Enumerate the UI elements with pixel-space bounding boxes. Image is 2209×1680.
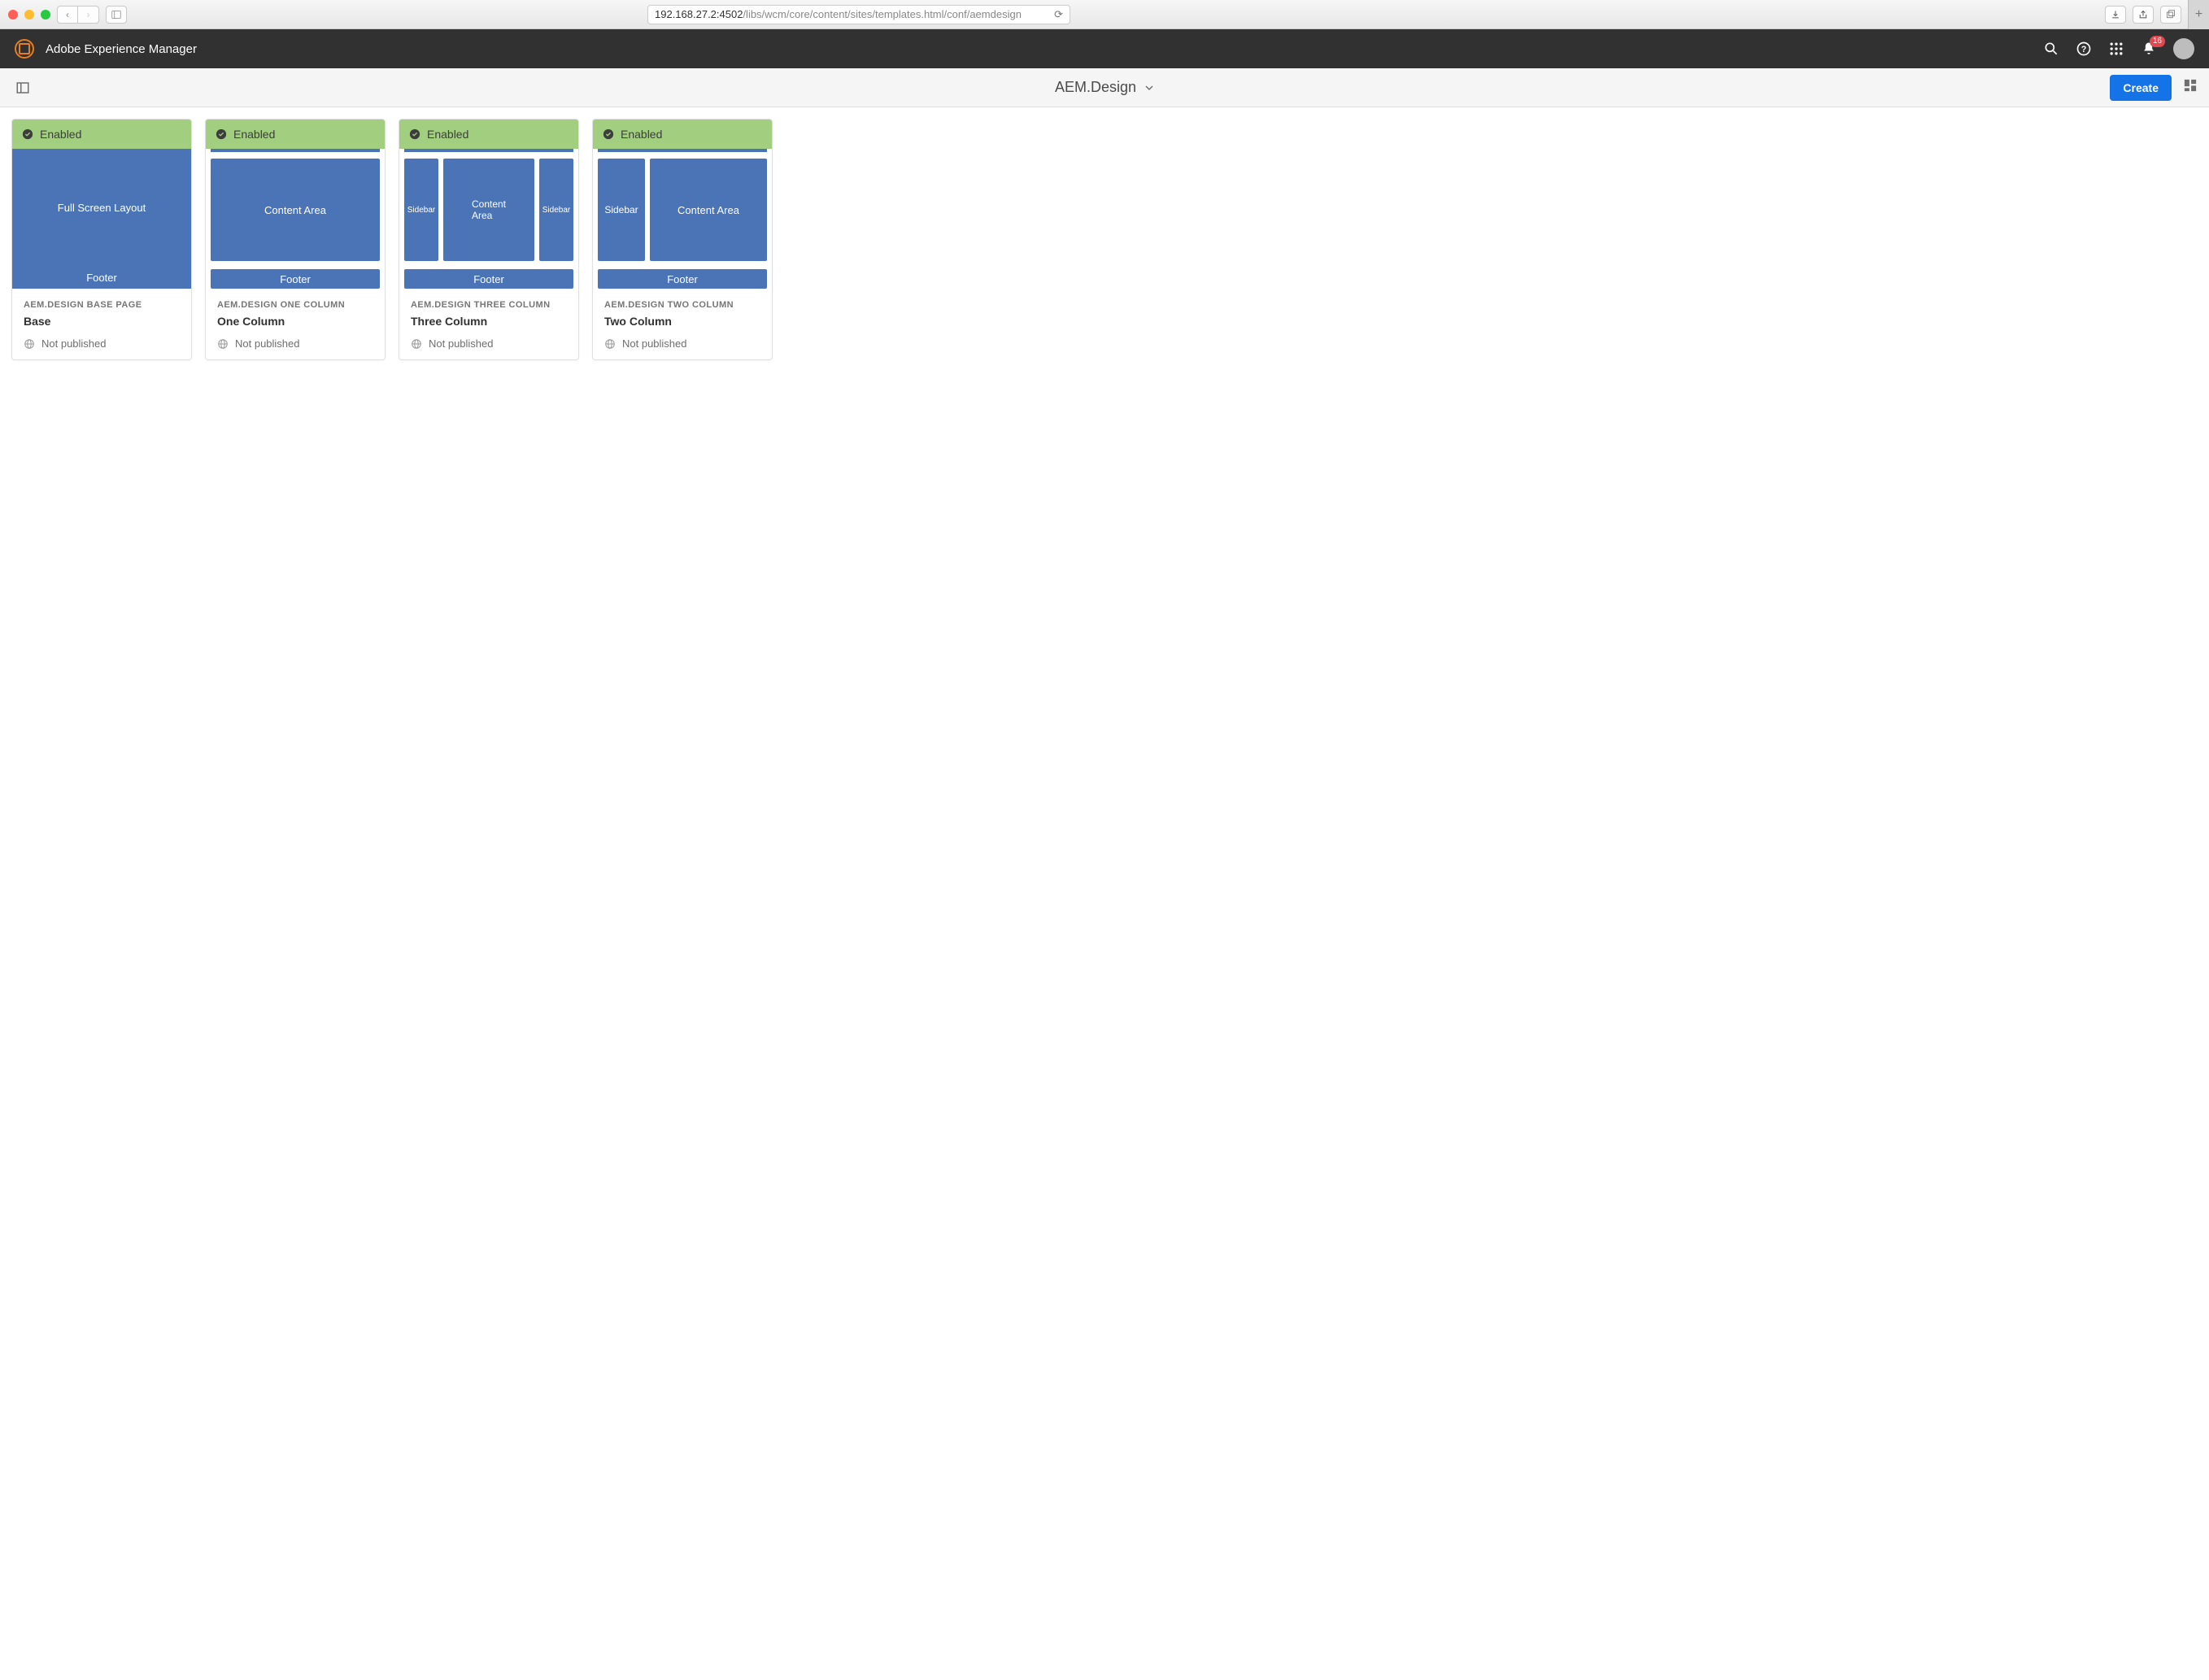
status-badge: Enabled [206,120,385,149]
card-meta: AEM.DESIGN TWO COLUMN Two Column Not pub… [593,289,772,359]
traffic-lights [8,10,50,20]
user-avatar[interactable] [2173,38,2194,59]
close-window-icon[interactable] [8,10,18,20]
thumb-sidebar-label: Sidebar [404,159,438,261]
thumb-sidebar-label: Sidebar [598,159,645,261]
search-icon[interactable] [2043,41,2059,57]
template-card[interactable]: Enabled Full Screen Layout Footer AEM.DE… [11,119,192,360]
chevron-down-icon [1144,83,1154,93]
thumb-footer-label: Footer [598,269,767,289]
globe-icon [24,338,35,350]
globe-icon [604,338,616,350]
minimize-window-icon[interactable] [24,10,34,20]
tabs-button[interactable] [2160,6,2181,24]
publish-status: Not published [604,337,760,350]
maximize-window-icon[interactable] [41,10,50,20]
breadcrumb-label: AEM.Design [1055,79,1136,96]
card-meta: AEM.DESIGN BASE PAGE Base Not published [12,289,191,359]
status-label: Enabled [233,128,275,141]
template-thumbnail: Sidebar Content Area Footer [593,149,772,289]
template-type: AEM.DESIGN TWO COLUMN [604,300,760,310]
thumb-fullscreen-label: Full Screen Layout [12,149,191,266]
url-host: 192.168.27.2:4502 [655,8,743,20]
template-card[interactable]: Enabled Content Area Footer AEM.DESIGN O… [205,119,386,360]
url-bar[interactable]: 192.168.27.2:4502/libs/wcm/core/content/… [647,5,1070,24]
downloads-button[interactable] [2105,6,2126,24]
thumb-sidebar-label: Sidebar [539,159,573,261]
thumb-content-label: Content Area [211,159,380,261]
notifications-icon[interactable]: 16 [2141,41,2157,57]
thumb-footer-label: Footer [211,269,380,289]
publish-label: Not published [41,337,107,350]
template-thumbnail: Sidebar ContentArea Sidebar Footer [399,149,578,289]
status-label: Enabled [40,128,81,141]
reload-icon[interactable]: ⟳ [1054,8,1063,21]
rail-toggle-button[interactable] [11,76,34,99]
template-type: AEM.DESIGN BASE PAGE [24,300,180,310]
globe-icon [217,338,229,350]
check-circle-icon [603,128,614,140]
publish-label: Not published [235,337,300,350]
view-switcher[interactable] [2183,78,2198,97]
browser-chrome: ‹ › 192.168.27.2:4502/libs/wcm/core/cont… [0,0,2209,29]
sidebar-button[interactable] [106,6,127,24]
breadcrumb[interactable]: AEM.Design [1055,79,1154,96]
template-name: Two Column [604,315,760,328]
card-meta: AEM.DESIGN THREE COLUMN Three Column Not… [399,289,578,359]
template-grid: Enabled Full Screen Layout Footer AEM.DE… [0,107,2209,372]
thumb-footer-label: Footer [12,266,191,289]
thumb-content-label: Content Area [650,159,767,261]
help-icon[interactable]: ? [2076,41,2092,57]
forward-button[interactable]: › [78,6,99,24]
template-type: AEM.DESIGN THREE COLUMN [411,300,567,310]
card-meta: AEM.DESIGN ONE COLUMN One Column Not pub… [206,289,385,359]
template-card[interactable]: Enabled Sidebar Content Area Footer AEM.… [592,119,773,360]
globe-icon [411,338,422,350]
status-label: Enabled [621,128,662,141]
status-badge: Enabled [399,120,578,149]
template-name: Base [24,315,180,328]
publish-label: Not published [429,337,494,350]
check-circle-icon [409,128,420,140]
status-badge: Enabled [593,120,772,149]
publish-status: Not published [24,337,180,350]
check-circle-icon [22,128,33,140]
solutions-icon[interactable] [2108,41,2124,57]
aem-topbar: Adobe Experience Manager ? 16 [0,29,2209,68]
template-thumbnail: Content Area Footer [206,149,385,289]
template-type: AEM.DESIGN ONE COLUMN [217,300,373,310]
notification-badge: 16 [2150,36,2165,47]
share-button[interactable] [2133,6,2154,24]
back-button[interactable]: ‹ [57,6,78,24]
aem-logo-icon[interactable] [15,39,34,59]
status-badge: Enabled [12,120,191,149]
publish-status: Not published [217,337,373,350]
check-circle-icon [216,128,227,140]
actionbar: AEM.Design Create [0,68,2209,107]
new-tab-button[interactable]: + [2188,0,2209,29]
url-path: /libs/wcm/core/content/sites/templates.h… [743,8,1021,20]
template-card[interactable]: Enabled Sidebar ContentArea Sidebar Foot… [399,119,579,360]
publish-status: Not published [411,337,567,350]
status-label: Enabled [427,128,468,141]
thumb-footer-label: Footer [404,269,573,289]
create-button[interactable]: Create [2110,75,2172,101]
product-name[interactable]: Adobe Experience Manager [46,42,197,56]
publish-label: Not published [622,337,687,350]
thumb-content-label: ContentArea [443,159,534,261]
svg-text:?: ? [2081,45,2087,54]
template-name: One Column [217,315,373,328]
template-thumbnail: Full Screen Layout Footer [12,149,191,289]
template-name: Three Column [411,315,567,328]
